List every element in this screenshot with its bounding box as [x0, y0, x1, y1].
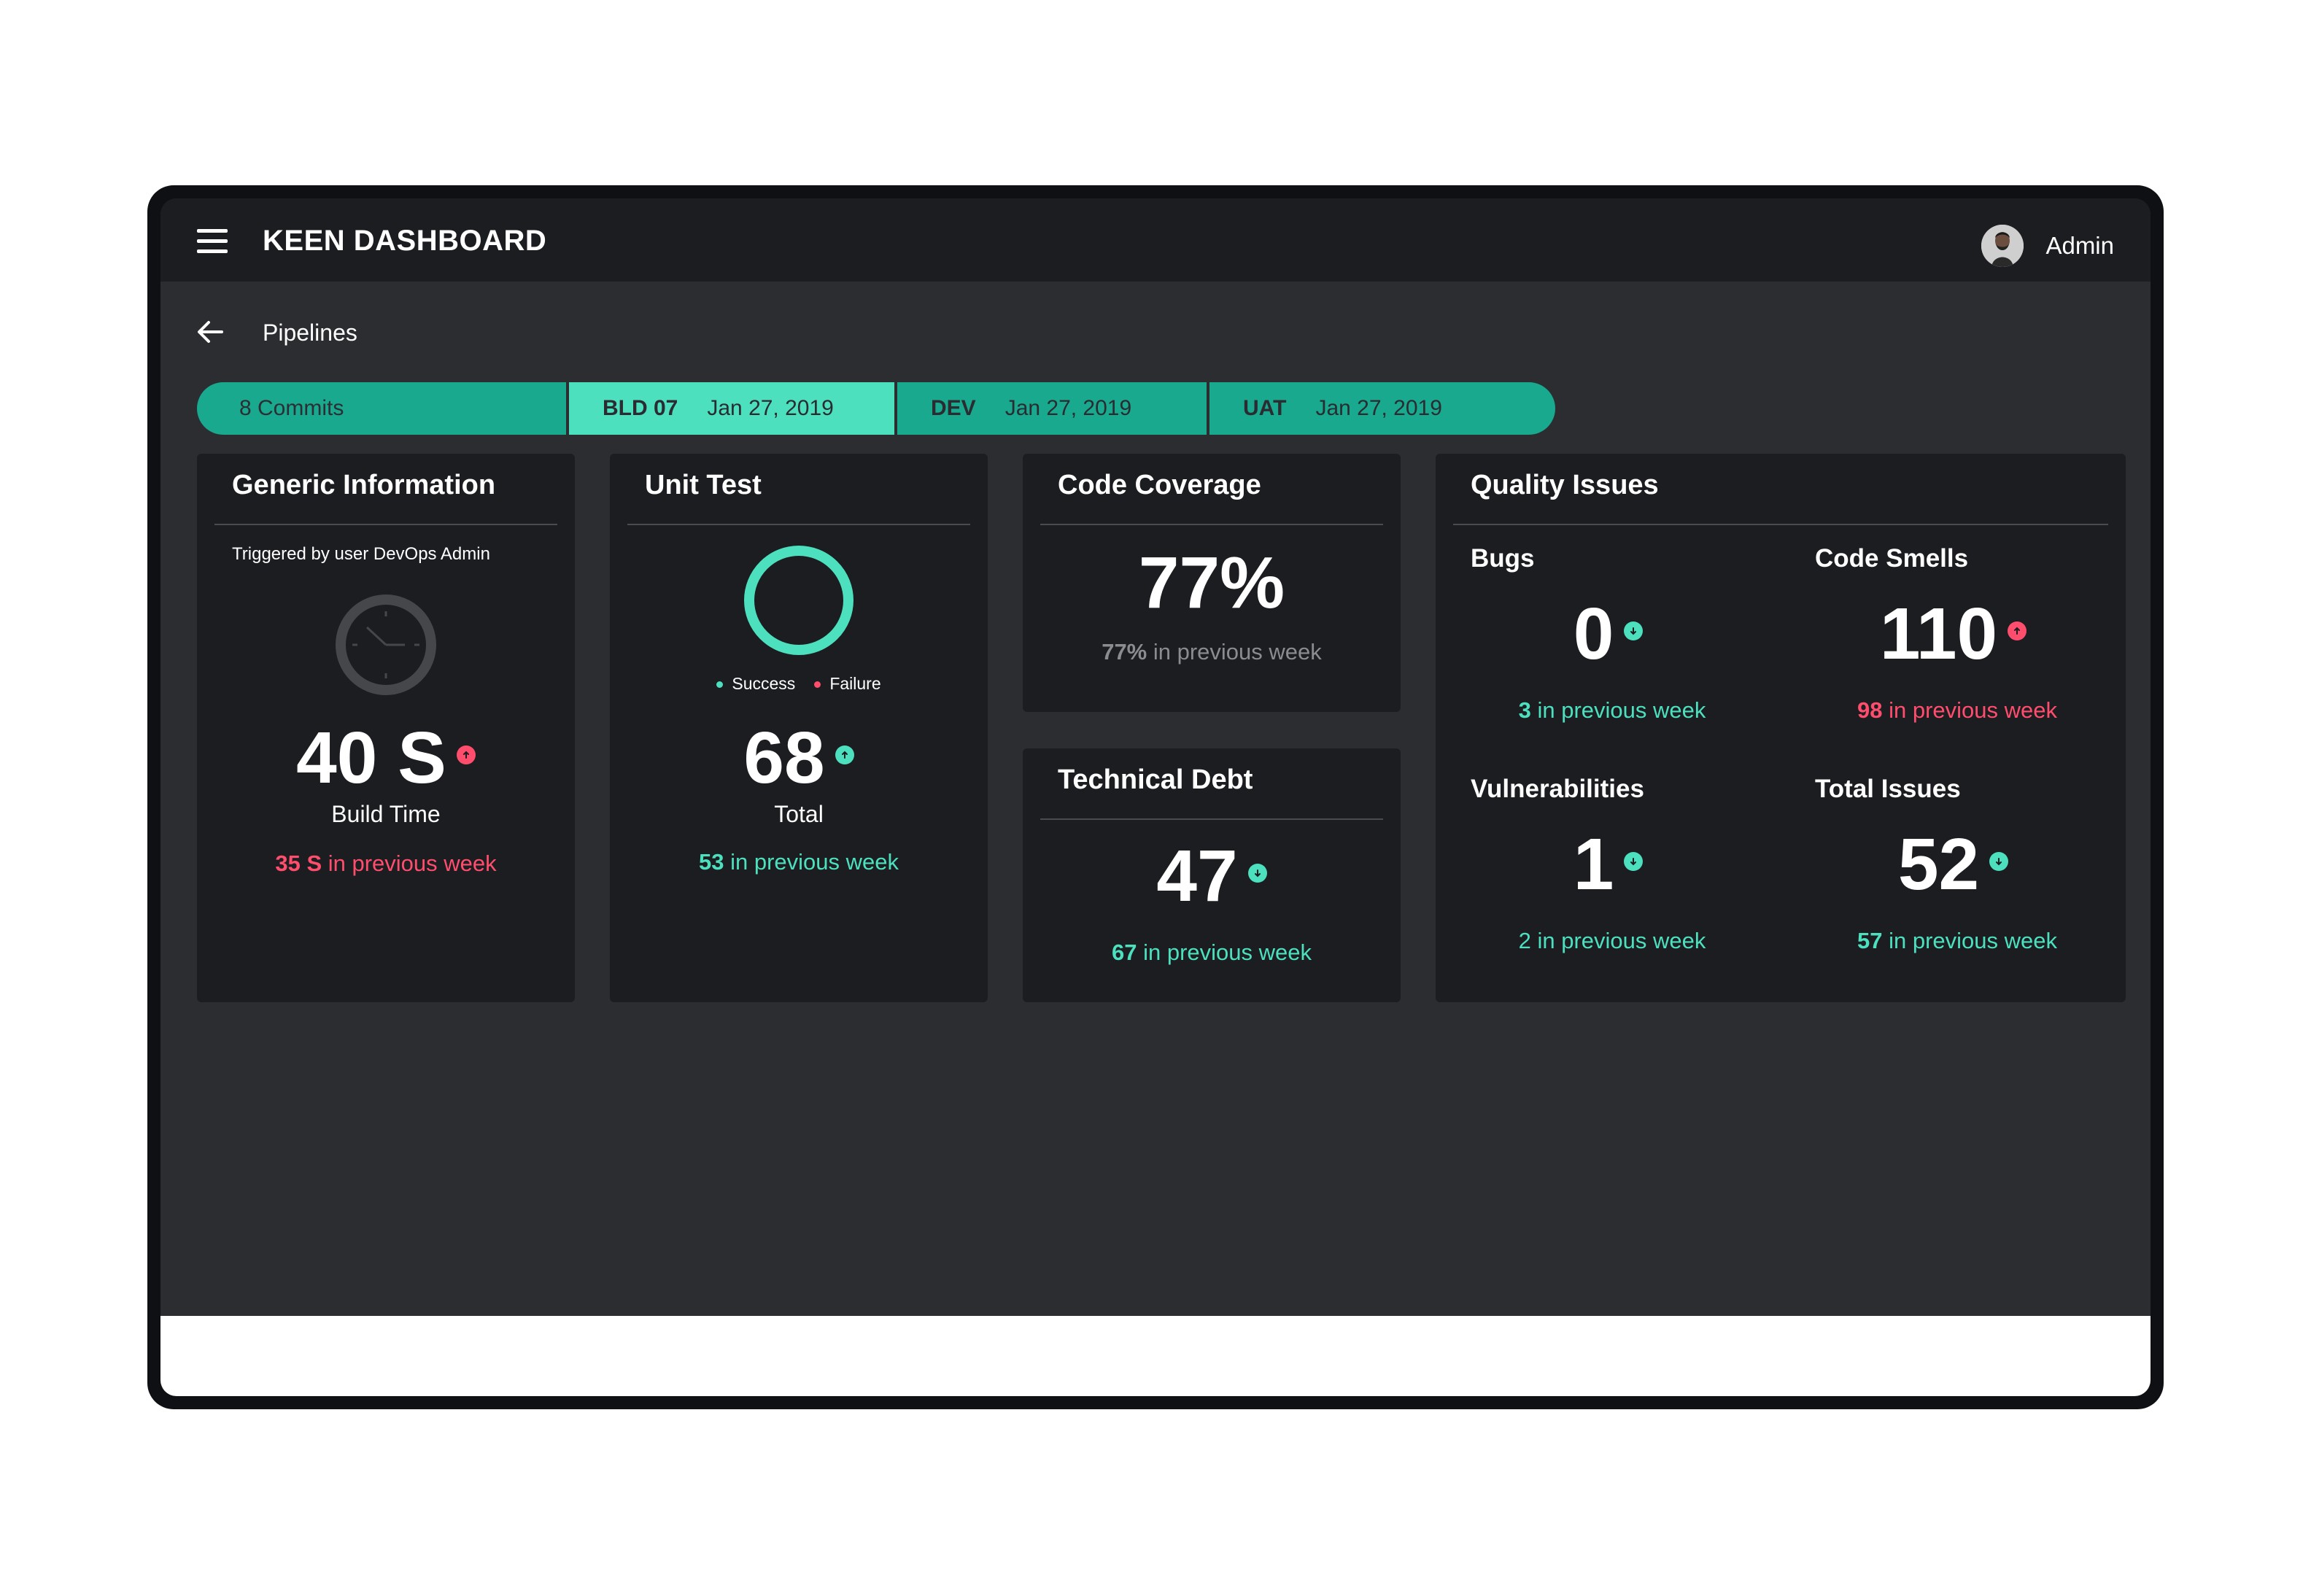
previous-text: in previous week	[1889, 697, 2057, 723]
app-screen: KEEN DASHBOARD Admin Pipelines 8 Commits	[160, 198, 2151, 1396]
code-coverage-value: 77%	[1138, 542, 1285, 624]
pipeline-bar: 8 Commits BLD 07 Jan 27, 2019 DEV Jan 27…	[197, 382, 1573, 435]
app-title: KEEN DASHBOARD	[263, 225, 547, 257]
unit-test-total-value: 68	[743, 717, 825, 799]
bottom-white-bar	[160, 1316, 2151, 1396]
previous-text: in previous week	[1889, 928, 2057, 953]
card-title: Code Coverage	[1058, 470, 1261, 500]
trend-up-icon	[2008, 621, 2027, 640]
user-name[interactable]: Admin	[2045, 232, 2114, 260]
stage-tag: UAT	[1243, 396, 1287, 420]
technical-debt-value: 47	[1156, 835, 1238, 917]
unit-test-card: Unit Test Success Failure 68 Total 53 in	[610, 454, 988, 1002]
bugs-label: Bugs	[1471, 544, 1535, 573]
card-title: Technical Debt	[1058, 764, 1253, 795]
stage-date: Jan 27, 2019	[1315, 396, 1442, 420]
previous-value: 53	[698, 849, 724, 875]
pipeline-stage-uat[interactable]: UAT Jan 27, 2019	[1209, 382, 1555, 435]
code-smells-previous: 98 in previous week	[1781, 697, 2134, 724]
bugs-value: 0	[1573, 593, 1614, 675]
trend-up-icon	[835, 745, 854, 764]
trend-down-icon	[1624, 621, 1644, 640]
build-time-label: Build Time	[331, 801, 441, 827]
previous-text: in previous week	[1143, 940, 1312, 965]
divider	[627, 524, 970, 525]
previous-value: 77%	[1102, 639, 1147, 665]
stage-date: Jan 27, 2019	[707, 396, 834, 420]
total-issues-previous: 57 in previous week	[1781, 928, 2134, 954]
triggered-by-text: Triggered by user DevOps Admin	[232, 544, 490, 564]
unit-test-donut	[610, 543, 988, 662]
trend-down-icon	[1247, 863, 1267, 883]
quality-issues-card: Quality Issues Bugs 0 3 in previous week…	[1436, 454, 2126, 1002]
clock-icon	[197, 592, 575, 701]
bugs-previous: 3 in previous week	[1436, 697, 1789, 724]
user-avatar[interactable]	[1981, 225, 2024, 267]
card-title: Unit Test	[645, 470, 762, 500]
pipeline-stage-bld[interactable]: BLD 07 Jan 27, 2019	[569, 382, 894, 435]
hamburger-menu-icon[interactable]	[197, 229, 228, 254]
pipeline-stage-dev[interactable]: DEV Jan 27, 2019	[897, 382, 1207, 435]
previous-text: in previous week	[328, 851, 497, 876]
pipeline-commits[interactable]: 8 Commits	[197, 382, 566, 435]
stage-date: Jan 27, 2019	[1004, 396, 1132, 420]
trend-down-icon	[1989, 851, 2009, 871]
unit-test-total-label: Total	[774, 801, 824, 827]
stage-tag: BLD 07	[603, 396, 678, 420]
legend-failure-label: Failure	[829, 674, 881, 693]
total-issues-value: 52	[1897, 824, 1980, 905]
code-smells-label: Code Smells	[1815, 544, 1969, 573]
card-title: Generic Information	[232, 470, 496, 500]
previous-value: 67	[1111, 940, 1137, 965]
previous-value: 3	[1518, 697, 1531, 723]
previous-text: in previous week	[730, 849, 899, 875]
divider	[1040, 818, 1383, 820]
trend-up-icon	[456, 745, 476, 764]
device-frame: KEEN DASHBOARD Admin Pipelines 8 Commits	[147, 185, 2164, 1409]
build-time-previous: 35 S in previous week	[197, 851, 575, 877]
vulnerabilities-value: 1	[1573, 824, 1614, 905]
code-coverage-card: Code Coverage 77% 77% in previous week	[1023, 454, 1401, 712]
vulnerabilities-label: Vulnerabilities	[1471, 775, 1644, 803]
technical-debt-previous: 67 in previous week	[1023, 940, 1401, 966]
total-issues-label: Total Issues	[1815, 775, 1961, 803]
legend-success: Success	[716, 674, 795, 694]
donut-legend: Success Failure	[610, 674, 988, 694]
code-coverage-previous: 77% in previous week	[1023, 639, 1401, 665]
legend-success-label: Success	[732, 674, 796, 693]
code-smells-value: 110	[1879, 593, 1998, 675]
previous-text: in previous week	[1537, 697, 1706, 723]
stage-tag: DEV	[931, 396, 976, 420]
vulnerabilities-previous: 2 in previous week	[1436, 928, 1789, 954]
build-time-value: 40 S	[296, 717, 446, 799]
previous-text: in previous week	[1153, 639, 1322, 665]
previous-value: 2	[1518, 928, 1531, 953]
commits-label: 8 Commits	[239, 396, 344, 420]
previous-text: in previous week	[1537, 928, 1706, 953]
previous-value: 35 S	[275, 851, 322, 876]
divider	[1040, 524, 1383, 525]
legend-failure: Failure	[814, 674, 881, 694]
previous-value: 57	[1857, 928, 1883, 953]
trend-down-icon	[1624, 851, 1644, 871]
technical-debt-card: Technical Debt 47 67 in previous week	[1023, 748, 1401, 1002]
breadcrumb[interactable]: Pipelines	[263, 319, 357, 346]
divider	[1453, 524, 2108, 525]
generic-information-card: Generic Information Triggered by user De…	[197, 454, 575, 1002]
card-title: Quality Issues	[1471, 470, 1659, 500]
divider	[214, 524, 557, 525]
back-arrow-icon[interactable]	[196, 319, 225, 344]
top-bar: KEEN DASHBOARD Admin	[160, 198, 2151, 282]
previous-value: 98	[1857, 697, 1883, 723]
unit-test-previous: 53 in previous week	[610, 849, 988, 875]
